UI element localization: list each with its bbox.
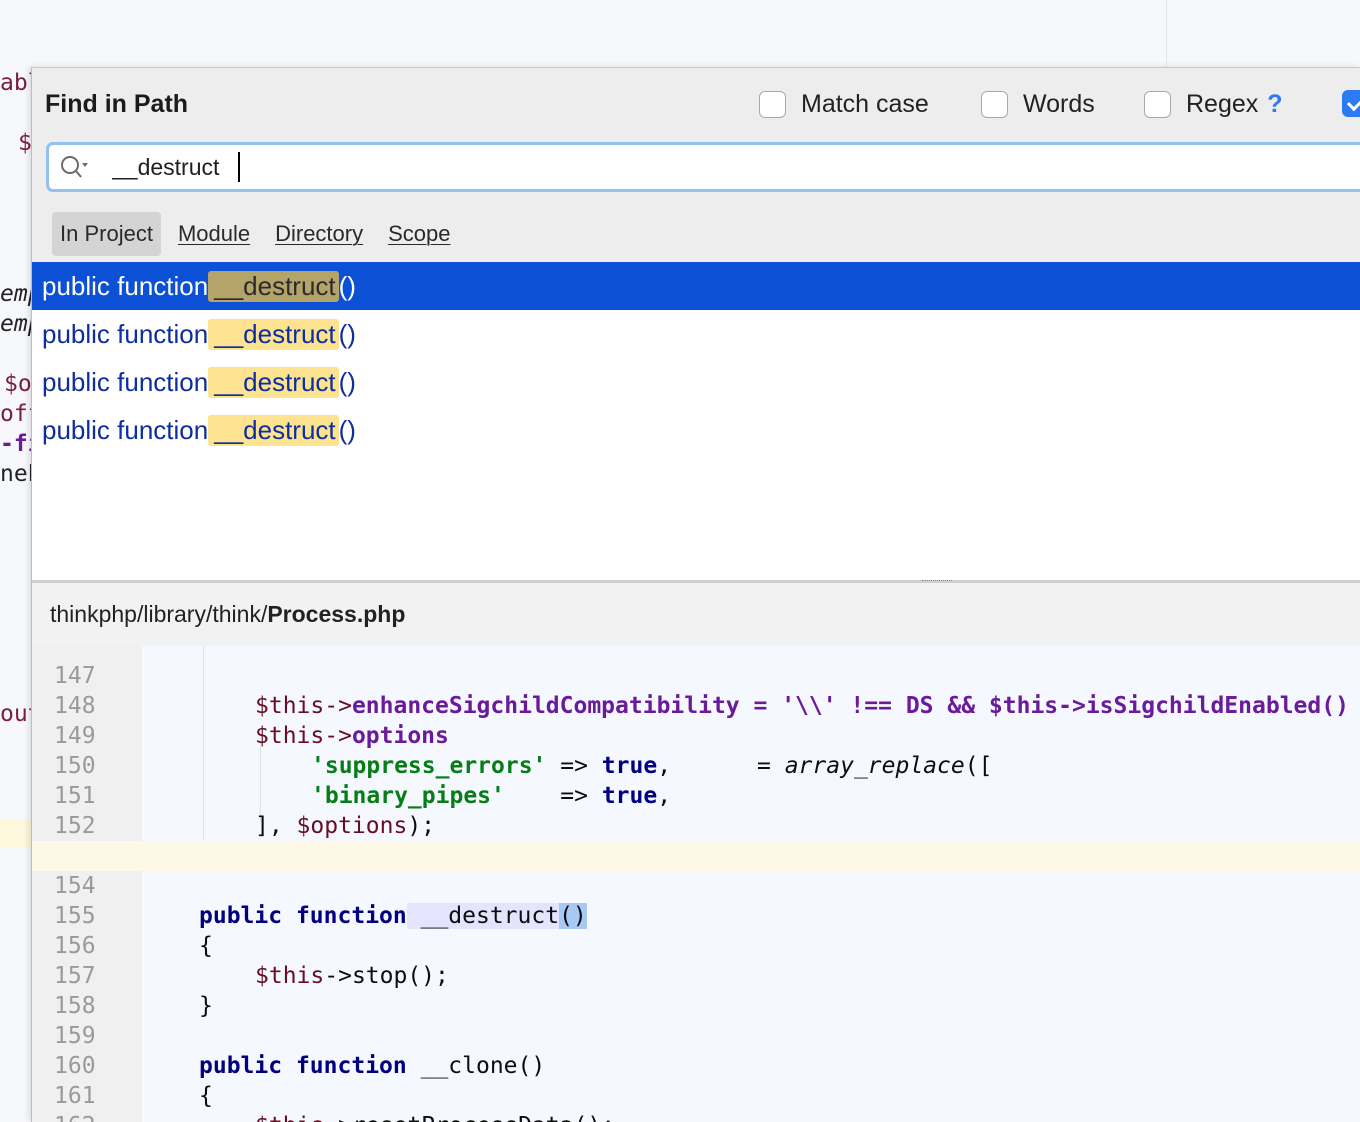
match-case-option[interactable]: Match case (759, 90, 929, 119)
search-field[interactable] (46, 142, 1360, 192)
background-divider (1166, 0, 1167, 68)
background-current-line (0, 820, 32, 848)
code-line: 147 $this->enhanceSigchildCompatibility … (32, 646, 1360, 719)
code-line: 158 (32, 961, 1360, 1019)
code-line: 159 public function __clone() (32, 991, 1360, 1079)
search-input[interactable] (112, 151, 1312, 183)
words-option[interactable]: Words (981, 90, 1095, 119)
result-suffix: () (338, 414, 356, 445)
result-match: __destruct (208, 366, 339, 398)
result-row[interactable]: public function __destruct() (32, 358, 1360, 406)
bg-fragment: $ (18, 130, 32, 156)
regex-help-icon[interactable]: ? (1267, 90, 1282, 119)
bg-fragment: $o (4, 371, 32, 397)
words-label: Words (1023, 90, 1095, 118)
dialog-title: Find in Path (45, 90, 189, 118)
words-checkbox[interactable] (981, 91, 1008, 118)
result-prefix: public function (42, 366, 209, 397)
code-line: 153 (32, 811, 1360, 869)
text-caret (238, 152, 240, 182)
results-list: public function __destruct() public funct… (32, 262, 1360, 580)
result-suffix: () (338, 270, 356, 301)
search-icon[interactable] (59, 154, 89, 180)
code-line: 157 } (32, 931, 1360, 1019)
code-line: 148 $this->options = array_replace([ (32, 661, 1360, 779)
result-row[interactable]: public function __destruct() (32, 406, 1360, 454)
code-line: 150 'binary_pipes' => true, (32, 721, 1360, 809)
regex-option[interactable]: Regex ? (1144, 90, 1283, 119)
code-preview[interactable]: 147 $this->enhanceSigchildCompatibility … (32, 646, 1360, 1122)
result-prefix: public function (42, 414, 209, 445)
code-variable: $this (255, 1113, 324, 1122)
result-suffix: () (338, 318, 356, 349)
code-line: 161 $this->resetProcessData(); (32, 1051, 1360, 1122)
result-suffix: () (338, 366, 356, 397)
code-line: 155 { (32, 871, 1360, 959)
code-line: 152 } (32, 781, 1360, 869)
file-name: Process.php (267, 601, 406, 627)
tab-scope[interactable]: Scope (380, 212, 458, 256)
preview-file-path: thinkphp/library/think/Process.php (32, 583, 1360, 646)
result-row[interactable]: public function __destruct() (32, 262, 1360, 310)
tab-directory[interactable]: Directory (267, 212, 371, 256)
match-case-label: Match case (801, 90, 929, 118)
line-number: 162 (54, 1111, 124, 1122)
match-case-checkbox[interactable] (759, 91, 786, 118)
regex-checkbox[interactable] (1144, 91, 1171, 118)
code-line: 160 { (32, 1021, 1360, 1109)
result-row[interactable]: public function __destruct() (32, 310, 1360, 358)
tab-module[interactable]: Module (170, 212, 258, 256)
code-line: 156 $this->stop(); (32, 901, 1360, 989)
result-match: __destruct (208, 414, 339, 446)
code-line: 151 ], $options); (32, 751, 1360, 839)
result-prefix: public function (42, 318, 209, 349)
tab-in-project[interactable]: In Project (52, 212, 161, 256)
regex-label: Regex (1186, 90, 1259, 118)
scope-tabs: In Project Module Directory Scope (52, 212, 468, 256)
code-line: 162 } (32, 1081, 1360, 1122)
code-line: 149 'suppress_errors' => true, (32, 691, 1360, 779)
result-prefix: public function (42, 270, 209, 301)
file-mask-checkbox[interactable] (1342, 90, 1360, 117)
find-in-path-dialog: Find in Path Match case Words Regex ? In… (31, 67, 1360, 1122)
file-directory: thinkphp/library/think/ (50, 601, 268, 627)
result-match: __destruct (208, 318, 339, 350)
code-text: $this->resetProcessData(); (255, 1111, 615, 1122)
result-match: __destruct (208, 270, 339, 302)
code-line-current: 154 public function __destruct() (32, 841, 1360, 929)
code-call: ->resetProcessData(); (324, 1113, 615, 1122)
